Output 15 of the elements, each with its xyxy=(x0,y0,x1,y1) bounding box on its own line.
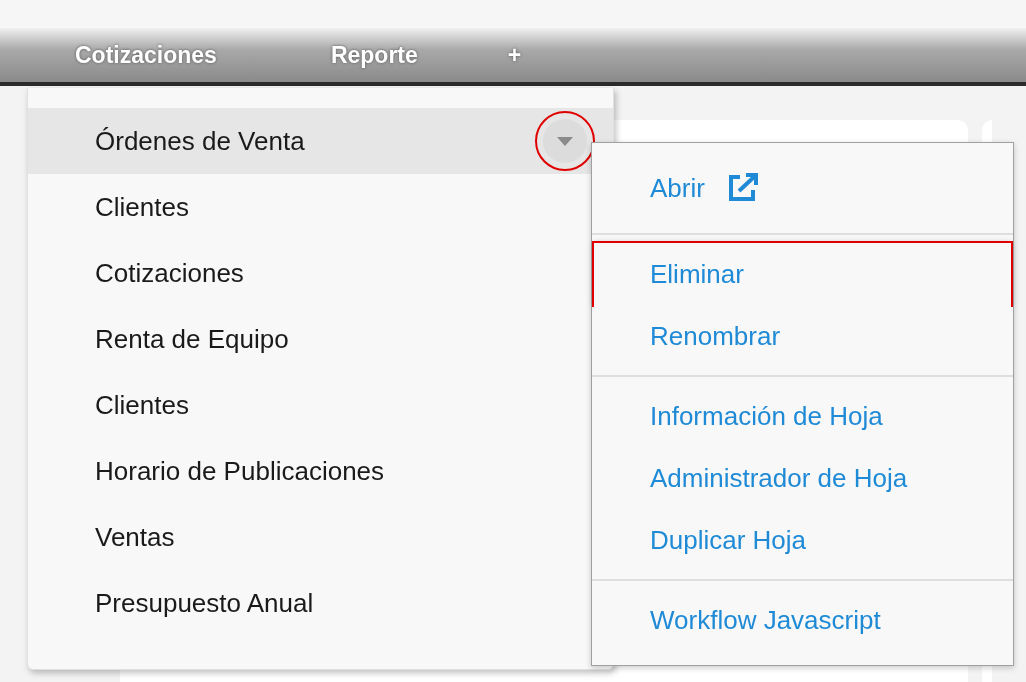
sheet-name: Renta de Equipo xyxy=(95,323,289,355)
sheet-name: Ventas xyxy=(95,521,175,553)
sheet-name: Presupuesto Anual xyxy=(95,587,314,619)
sheet-name: Clientes xyxy=(95,389,189,421)
sheet-name: Órdenes de Venta xyxy=(95,125,305,157)
sheet-name: Cotizaciones xyxy=(95,257,244,289)
sheet-name: Clientes xyxy=(95,191,189,223)
sheet-name: Horario de Publicaciones xyxy=(95,455,385,487)
nav-tab[interactable]: Reporte xyxy=(330,41,418,69)
menu-item[interactable]: Eliminar xyxy=(594,243,1011,305)
add-tab-button[interactable]: + xyxy=(507,41,522,69)
sheet-item[interactable]: Órdenes de Venta xyxy=(28,108,613,174)
nav-tab[interactable]: Cotizaciones xyxy=(75,41,217,69)
caret-icon xyxy=(557,136,573,146)
external-link-icon xyxy=(726,173,759,203)
